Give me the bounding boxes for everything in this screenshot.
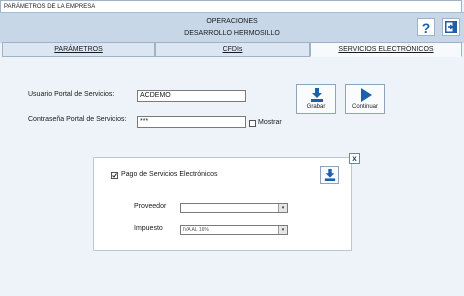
continue-button[interactable]: Continuar: [345, 84, 385, 114]
tax-value: IVA AL 16%: [183, 227, 209, 233]
user-input[interactable]: ACDEMO: [137, 90, 246, 102]
save-icon: [311, 88, 323, 102]
provider-label: Proveedor: [134, 203, 167, 210]
header-title: OPERACIONES: [206, 18, 258, 25]
question-icon: ?: [421, 20, 431, 36]
panel-save-button[interactable]: [320, 166, 339, 184]
tab-parametros[interactable]: PARÁMETROS: [2, 42, 155, 57]
exit-icon: [445, 21, 457, 33]
window-title: PARÁMETROS DE LA EMPRESA: [0, 0, 462, 12]
continue-label: Continuar: [351, 104, 378, 110]
chevron-down-icon[interactable]: ▾: [278, 204, 287, 212]
provider-select[interactable]: ▾: [180, 203, 288, 213]
electronic-payment-panel: Pago de Servicios Electrónicos Proveedor…: [93, 157, 352, 251]
tab-servicios-electronicos[interactable]: SERVICIOS ELECTRÓNICOS: [310, 42, 462, 57]
user-label: Usuario Portal de Servicios:: [28, 91, 115, 98]
checkmark-icon: [112, 173, 117, 178]
payment-checkbox[interactable]: [111, 172, 118, 179]
header-subtitle: DESARROLLO HERMOSILLO: [184, 30, 280, 37]
password-input[interactable]: ***: [137, 116, 246, 128]
chevron-down-icon[interactable]: ▾: [278, 226, 287, 234]
password-label: Contraseña Portal de Servicios:: [28, 116, 127, 123]
tax-select[interactable]: IVA AL 16% ▾: [180, 225, 288, 235]
save-icon: [324, 169, 336, 181]
header: OPERACIONES DESARROLLO HERMOSILLO: [0, 12, 464, 43]
save-label: Grabar: [306, 104, 326, 110]
tax-label: Impuesto: [134, 225, 163, 232]
help-button[interactable]: ?: [417, 18, 435, 36]
play-icon: [361, 88, 372, 102]
tab-cfdis[interactable]: CFDIs: [155, 42, 310, 57]
save-button[interactable]: Grabar: [296, 84, 336, 114]
close-icon: x: [352, 154, 357, 163]
show-password-label: Mostrar: [258, 119, 282, 126]
panel-close-button[interactable]: x: [349, 153, 360, 164]
tab-bar: PARÁMETROS CFDIs SERVICIOS ELECTRÓNICOS: [0, 42, 464, 57]
exit-button[interactable]: [442, 18, 460, 36]
show-password-checkbox[interactable]: [249, 120, 256, 127]
payment-checkbox-label: Pago de Servicios Electrónicos: [121, 171, 218, 178]
